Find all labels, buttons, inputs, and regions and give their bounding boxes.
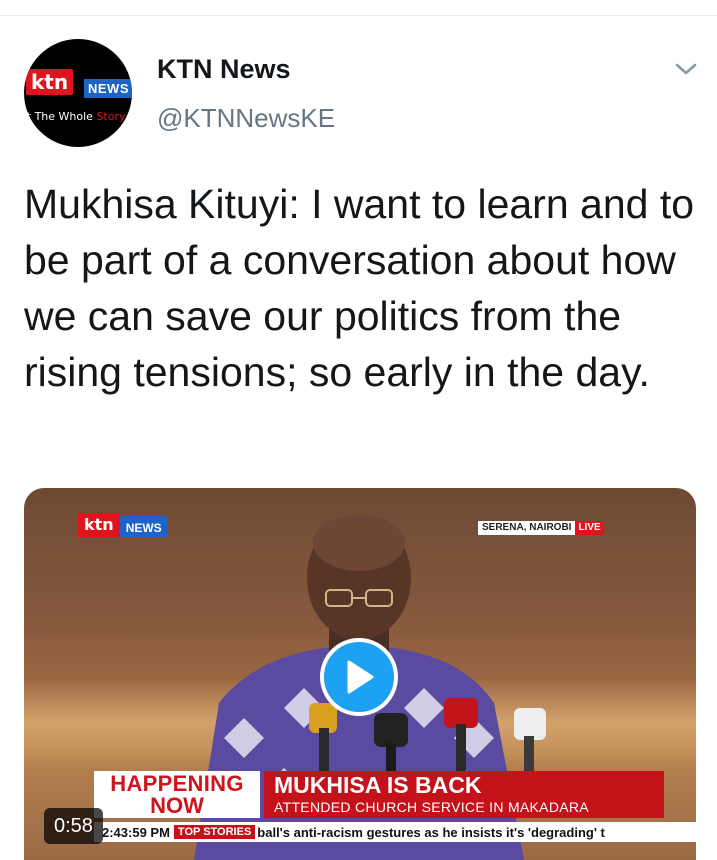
avatar-tagline: et The Whole Story [24, 110, 126, 123]
avatar-brand: ktn [26, 69, 74, 95]
lower-third-subtitle: ATTENDED CHURCH SERVICE IN MAKADARA [274, 799, 589, 815]
lower-third-title: MUKHISA IS BACK [274, 772, 482, 798]
lower-third-label-line2: NOW [150, 793, 204, 818]
lower-third-label-line1: HAPPENING [110, 771, 244, 796]
chevron-down-icon [675, 63, 697, 75]
ticker-text: ball's anti-racism gestures as he insist… [257, 824, 605, 840]
author-display-name[interactable]: KTN News [157, 54, 291, 85]
location-text: SERENA, NAIROBI [478, 521, 576, 535]
channel-logo-ktn: ktn [78, 513, 120, 537]
lower-third-label: HAPPENING NOW [94, 771, 260, 818]
tweet-text: Mukhisa Kituyi: I want to learn and to b… [24, 181, 695, 395]
avatar-tagline-prefix: et The Whole [24, 110, 97, 123]
play-icon [347, 660, 374, 694]
avatar-tagline-highlight: Story [96, 110, 126, 123]
play-button[interactable] [320, 638, 398, 716]
ticker-time: 2:43:59 PM [102, 824, 170, 840]
location-tag: SERENA, NAIROBI LIVE [478, 521, 604, 535]
channel-logo: ktn NEWS [78, 513, 168, 537]
avatar[interactable]: ktn NEWS et The Whole Story [24, 39, 132, 147]
channel-logo-news: NEWS [119, 516, 168, 537]
avatar-brand-suffix: NEWS [84, 79, 132, 98]
live-badge: LIVE [575, 521, 604, 535]
tweet-menu-button[interactable] [672, 58, 700, 80]
lower-third-headline: MUKHISA IS BACK ATTENDED CHURCH SERVICE … [264, 771, 664, 818]
top-divider [0, 15, 717, 16]
ticker-badge: TOP STORIES [173, 825, 256, 839]
author-handle[interactable]: @KTNNewsKE [157, 103, 335, 134]
video-duration: 0:58 [44, 808, 103, 844]
news-ticker: 2:43:59 PM TOP STORIES ball's anti-racis… [94, 822, 696, 842]
video-player[interactable]: ktn NEWS SERENA, NAIROBI LIVE HAPPENING … [24, 488, 696, 860]
